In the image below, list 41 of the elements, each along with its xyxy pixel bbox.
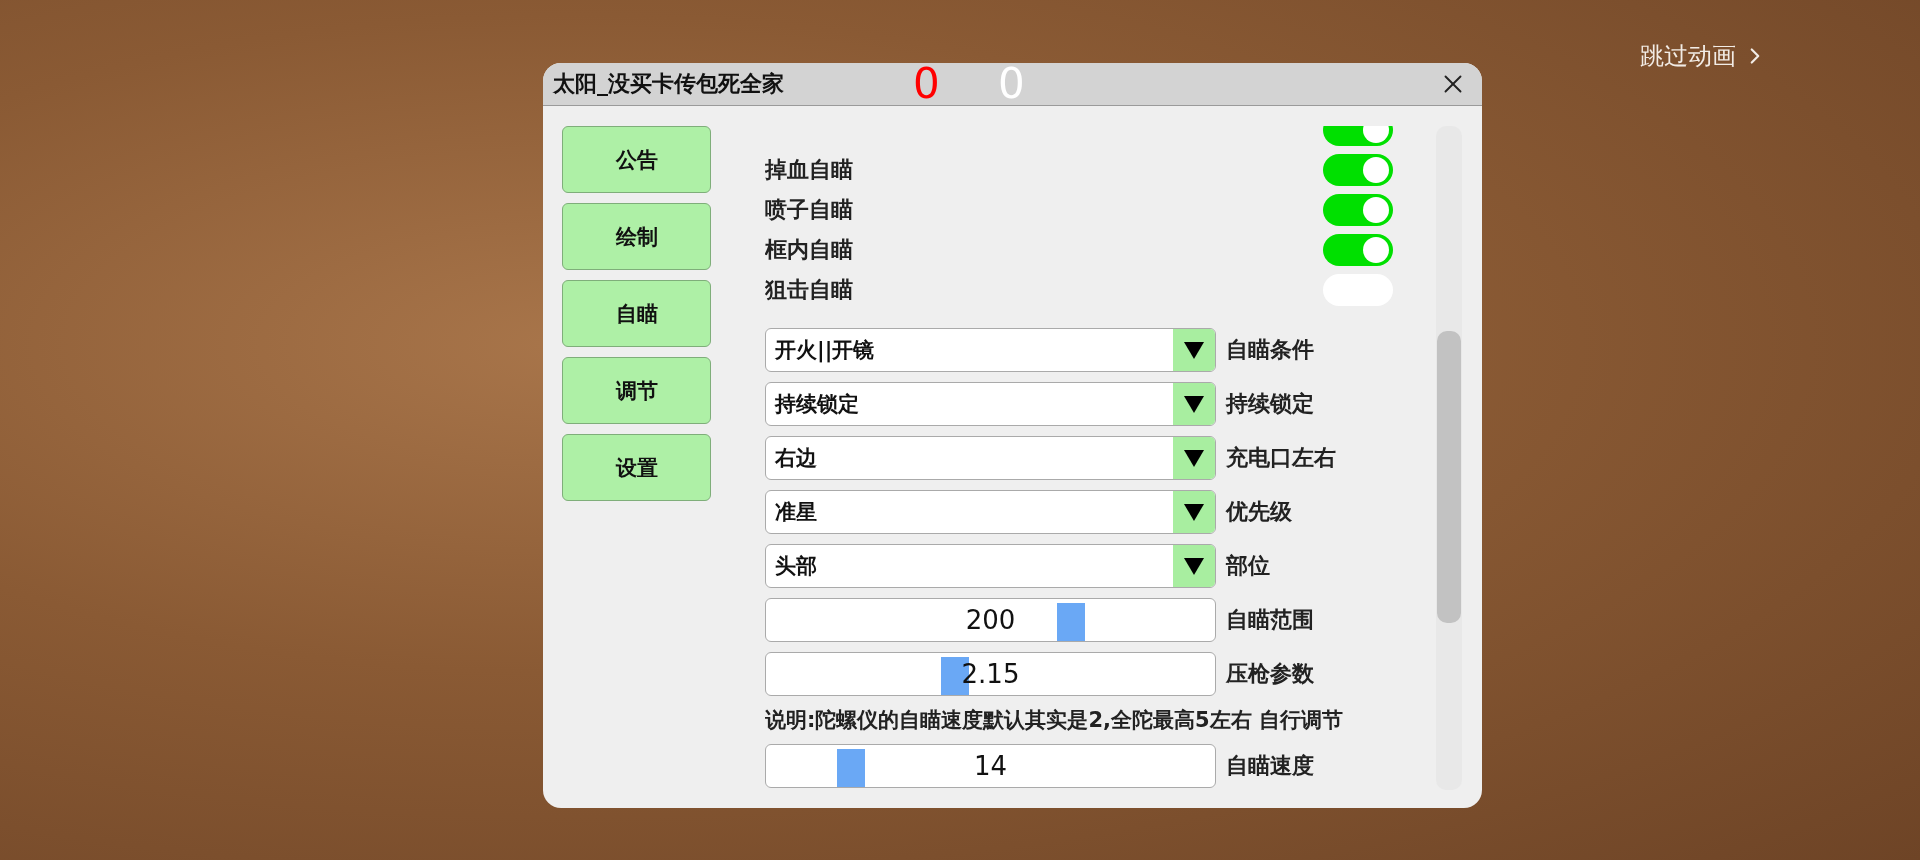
control-label: 充电口左右 <box>1226 444 1336 472</box>
note-text: 说明:陀螺仪的自瞄速度默认其实是2,全陀最高5左右 自行调节 <box>765 707 1344 734</box>
dropdown[interactable]: 持续锁定 <box>765 382 1216 426</box>
score-digit: 0 <box>913 63 941 105</box>
toggle-label: 掉血自瞄 <box>765 156 853 184</box>
nav-button[interactable]: 自瞄 <box>562 280 711 347</box>
slider-thumb[interactable] <box>837 749 866 787</box>
control-label: 优先级 <box>1226 498 1292 526</box>
slider-value: 14 <box>973 751 1008 781</box>
dropdown[interactable]: 头部 <box>765 544 1216 588</box>
control-label: 持续锁定 <box>1226 390 1314 418</box>
toggle-switch[interactable] <box>1323 194 1393 226</box>
toggle-label: 狙击自瞄 <box>765 276 853 304</box>
dropdown[interactable]: 准星 <box>765 490 1216 534</box>
nav-button[interactable]: 调节 <box>562 357 711 424</box>
slider-track[interactable]: 14 <box>765 744 1216 788</box>
nav-button[interactable]: 设置 <box>562 434 711 501</box>
scrollbar[interactable] <box>1436 126 1462 790</box>
toggle-switch[interactable] <box>1323 154 1393 186</box>
toggle-label: 喷子自瞄 <box>765 196 853 224</box>
slider-thumb[interactable] <box>1057 603 1086 641</box>
window-title: 太阳_没买卡传包死全家 <box>553 70 785 98</box>
control-label: 自瞄速度 <box>1226 752 1314 780</box>
nav-button[interactable]: 公告 <box>562 126 711 193</box>
dropdown[interactable]: 右边 <box>765 436 1216 480</box>
dropdown-arrow-icon <box>1183 556 1205 576</box>
slider-value: 200 <box>965 605 1016 635</box>
dropdown-arrow-icon <box>1183 394 1205 414</box>
nav-button[interactable]: 绘制 <box>562 203 711 270</box>
skip-animation-button[interactable]: 跳过动画 <box>1640 40 1768 72</box>
dropdown-arrow-icon <box>1183 448 1205 468</box>
toggle-switch[interactable] <box>1323 234 1393 266</box>
dropdown-arrow-icon <box>1183 502 1205 522</box>
control-label: 压枪参数 <box>1226 660 1314 688</box>
slider-track[interactable]: 200 <box>765 598 1216 642</box>
dropdown-arrow-icon <box>1183 340 1205 360</box>
control-label: 自瞄条件 <box>1226 336 1314 364</box>
control-label: 部位 <box>1226 552 1270 580</box>
dropdown[interactable]: 开火||开镜 <box>765 328 1216 372</box>
toggle-label: 框内自瞄 <box>765 236 853 264</box>
control-label: 自瞄范围 <box>1226 606 1314 634</box>
